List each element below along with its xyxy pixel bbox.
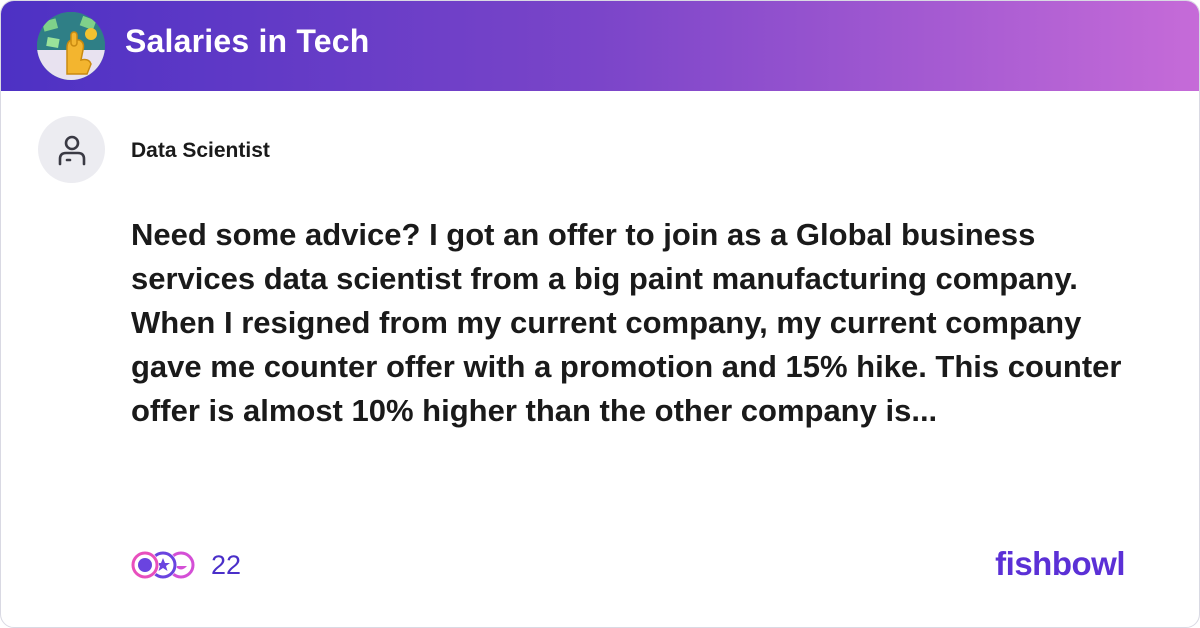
reaction-count: 22 bbox=[211, 549, 242, 580]
heart-reaction-icon bbox=[131, 551, 159, 579]
user-icon bbox=[38, 116, 105, 183]
post-card[interactable]: Salaries in Tech Data Scientist Need som… bbox=[0, 0, 1200, 628]
bowl-header: Salaries in Tech bbox=[1, 1, 1199, 91]
author-title: Data Scientist bbox=[131, 139, 270, 162]
bowl-title[interactable]: Salaries in Tech bbox=[125, 23, 370, 60]
bowl-avatar-icon[interactable] bbox=[37, 12, 105, 80]
reactions-summary[interactable]: 22 bbox=[131, 548, 241, 582]
reaction-icons bbox=[131, 548, 197, 582]
post-body[interactable]: Need some advice? I got an offer to join… bbox=[131, 213, 1151, 433]
fishbowl-logo[interactable]: fishbowl bbox=[995, 545, 1125, 583]
